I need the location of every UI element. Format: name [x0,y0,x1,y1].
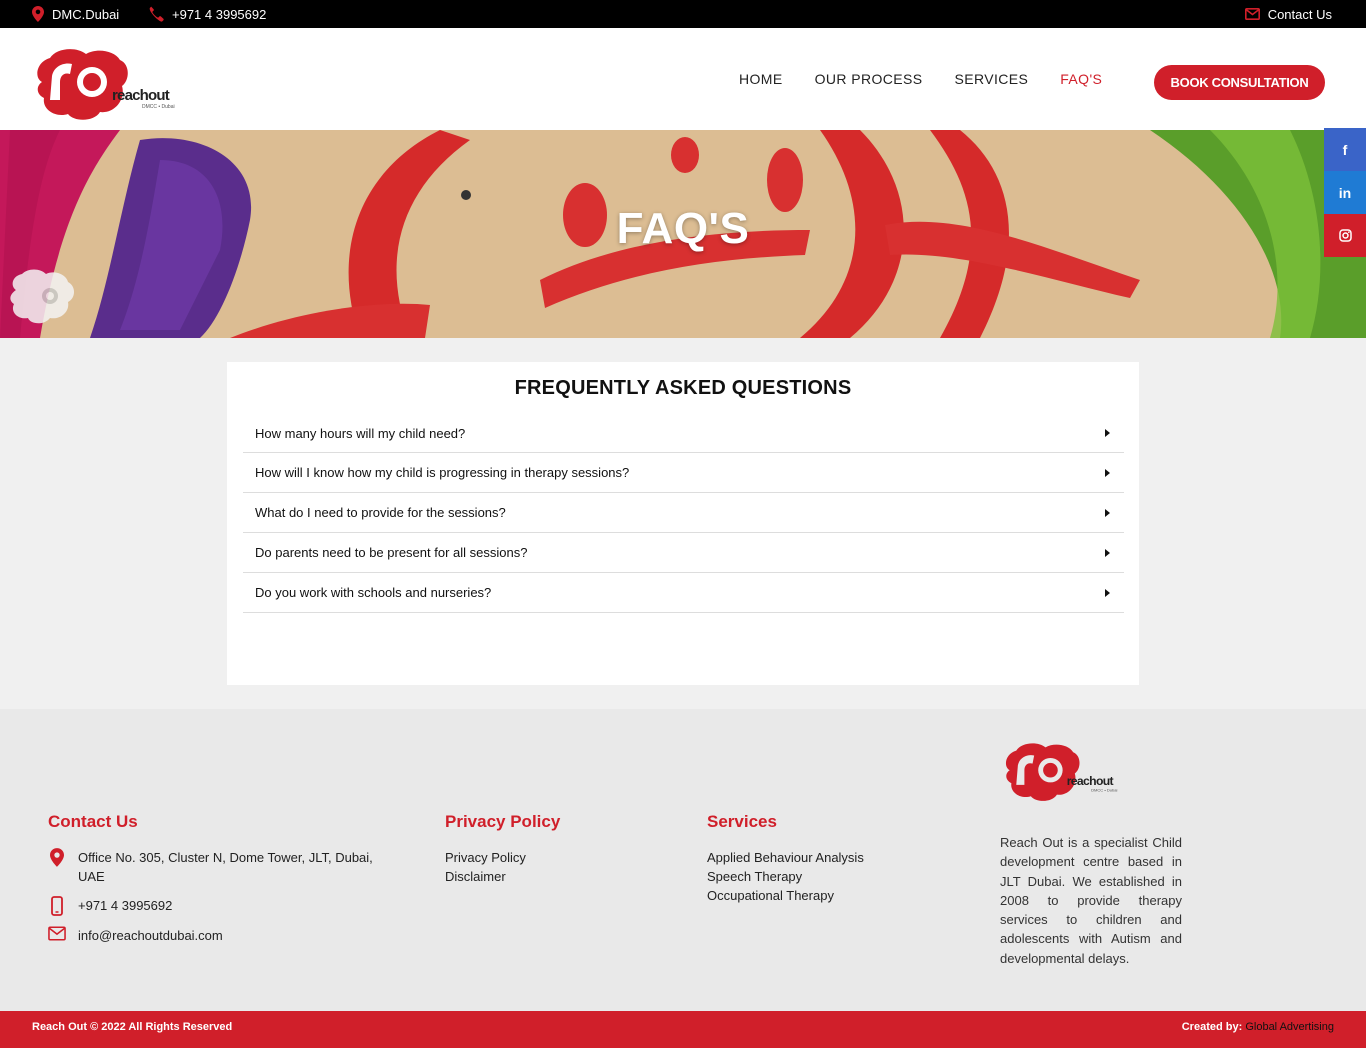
copyright-text: Reach Out © 2022 All Rights Reserved [32,1021,233,1033]
mobile-phone-icon [51,896,63,916]
map-pin-icon [32,6,44,22]
social-sidebar: f in [1324,128,1366,257]
footer-phone[interactable]: +971 4 3995692 [48,896,378,916]
location-text: DMC.Dubai [52,6,120,22]
faq-question: What do I need to provide for the sessio… [255,505,506,520]
footer-privacy-links: Privacy Policy Disclaimer [445,848,560,886]
phone-icon [149,6,164,22]
nav-our-process[interactable]: OUR PROCESS [815,71,923,87]
contact-us-text: Contact Us [1267,6,1332,22]
map-pin-icon [50,848,64,867]
footer-about: reachout DMCC • Dubai Reach Out is a spe… [1000,739,1182,968]
footer-address-text: Office No. 305, Cluster N, Dome Tower, J… [78,850,373,884]
faq-question: Do you work with schools and nurseries? [255,585,492,600]
privacy-policy-link[interactable]: Privacy Policy [445,848,560,867]
nav-services[interactable]: SERVICES [954,71,1028,87]
facebook-icon[interactable]: f [1324,128,1366,171]
hero-banner: FAQ'S [0,130,1366,338]
footer-about-text: Reach Out is a specialist Child developm… [1000,835,1182,966]
caret-right-icon [1105,429,1110,437]
caret-right-icon [1105,508,1110,517]
footer-email-text: info@reachoutdubai.com [78,928,223,943]
site-header: reachout DMCC • Dubai HOME OUR PROCESS S… [0,28,1366,130]
faq-section: FREQUENTLY ASKED QUESTIONS How many hour… [227,362,1139,685]
footer-logo-wordmark: reachout [1067,774,1114,788]
caret-right-icon [1105,548,1110,557]
site-logo[interactable]: reachout DMCC • Dubai [30,44,180,122]
logo-subtitle: DMCC • Dubai [142,104,175,110]
disclaimer-link[interactable]: Disclaimer [445,867,560,886]
footer-privacy: Privacy Policy Privacy Policy Disclaimer [445,812,560,886]
credit: Created by: Global Advertising [1182,1021,1334,1033]
book-consultation-button[interactable]: BOOK CONSULTATION [1154,65,1325,100]
service-link-aba[interactable]: Applied Behaviour Analysis [707,848,864,867]
main-nav: HOME OUR PROCESS SERVICES FAQ'S [739,28,1134,130]
faq-accordion: How many hours will my child need? How w… [243,414,1124,613]
footer-services-heading: Services [707,812,777,831]
faq-question: How will I know how my child is progress… [255,465,630,480]
caret-right-icon [1105,468,1110,477]
footer-contact: Contact Us Office No. 305, Cluster N, Do… [48,812,378,945]
service-link-occupational[interactable]: Occupational Therapy [707,886,864,905]
footer-privacy-heading: Privacy Policy [445,812,561,831]
footer-services-links: Applied Behaviour Analysis Speech Therap… [707,848,864,905]
nav-home[interactable]: HOME [739,71,783,87]
service-link-speech[interactable]: Speech Therapy [707,867,864,886]
copyright-bar: Reach Out © 2022 All Rights Reserved Cre… [0,1011,1366,1048]
envelope-icon [1244,8,1260,20]
footer-email[interactable]: info@reachoutdubai.com [48,926,378,945]
instagram-icon[interactable] [1324,214,1366,257]
footer-logo[interactable]: reachout DMCC • Dubai [1000,739,1122,803]
page-title: FAQ'S [616,204,750,253]
nav-faqs[interactable]: FAQ'S [1060,71,1102,87]
faq-item[interactable]: How many hours will my child need? [243,414,1124,453]
top-bar: DMC.Dubai +971 4 3995692 Contact Us [0,0,1366,28]
faq-question: How many hours will my child need? [255,425,466,441]
footer-contact-heading: Contact Us [48,812,138,831]
phone-text: +971 4 3995692 [172,6,267,22]
footer-services: Services Applied Behaviour Analysis Spee… [707,812,864,905]
faq-item[interactable]: Do parents need to be present for all se… [243,533,1124,573]
faq-heading: FREQUENTLY ASKED QUESTIONS [514,377,852,399]
envelope-icon [48,926,66,941]
footer-logo-subtitle: DMCC • Dubai [1091,787,1117,792]
logo-wordmark: reachout [112,87,170,104]
contact-us-link[interactable]: Contact Us [1244,0,1332,28]
footer-phone-text: +971 4 3995692 [78,898,173,913]
faq-question: Do parents need to be present for all se… [255,545,528,560]
phone-info[interactable]: +971 4 3995692 [148,0,266,28]
site-footer: Contact Us Office No. 305, Cluster N, Do… [0,709,1366,1011]
created-by-label: Created by: [1181,1021,1243,1033]
linkedin-icon[interactable]: in [1324,171,1366,214]
faq-item[interactable]: How will I know how my child is progress… [243,453,1124,493]
faq-item[interactable]: What do I need to provide for the sessio… [243,493,1124,533]
faq-item[interactable]: Do you work with schools and nurseries? [243,573,1124,613]
caret-right-icon [1105,588,1110,597]
agency-link[interactable]: Global Advertising [1245,1021,1334,1033]
footer-address: Office No. 305, Cluster N, Dome Tower, J… [48,848,378,886]
location-info: DMC.Dubai [32,0,119,28]
